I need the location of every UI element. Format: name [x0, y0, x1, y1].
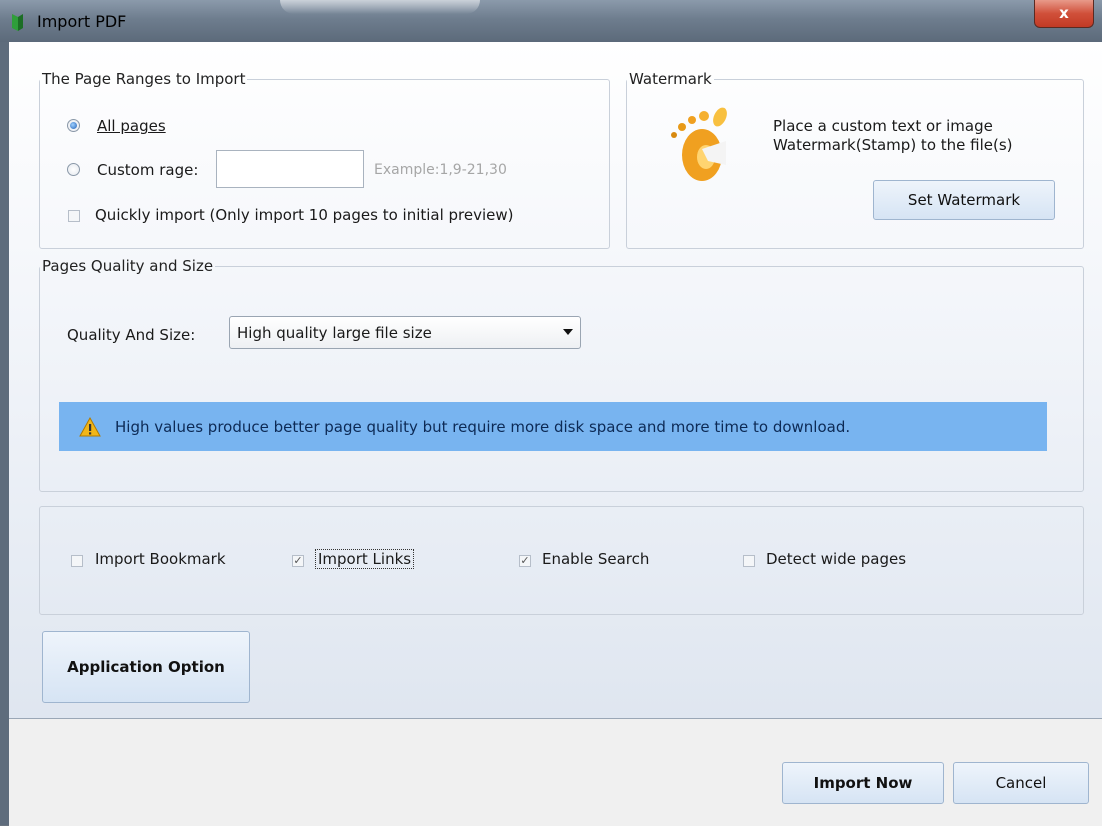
quick-import-checkbox[interactable] [68, 210, 80, 222]
all-pages-radio[interactable] [67, 119, 80, 132]
page-ranges-legend: The Page Ranges to Import [42, 70, 246, 88]
enable-search-checkbox[interactable]: ✓ [519, 555, 531, 567]
close-button[interactable]: x [1034, 0, 1094, 28]
chevron-down-icon [563, 329, 573, 335]
quality-size-legend: Pages Quality and Size [42, 257, 214, 275]
quality-size-select[interactable]: High quality large file size [229, 316, 581, 349]
custom-range-radio[interactable] [67, 163, 80, 176]
import-links-checkbox[interactable]: ✓ [292, 555, 304, 567]
quick-import-label[interactable]: Quickly import (Only import 10 pages to … [95, 206, 514, 224]
watermark-legend: Watermark [629, 70, 712, 88]
quality-info-bar: High values produce better page quality … [59, 402, 1047, 451]
quality-size-group: Pages Quality and Size [39, 257, 1084, 492]
import-pdf-dialog: Import PDF x The Page Ranges to Import A… [0, 0, 1102, 826]
quality-info-text: High values produce better page quality … [115, 418, 851, 436]
warning-icon [79, 417, 101, 437]
import-now-button[interactable]: Import Now [782, 762, 944, 804]
app-icon [12, 14, 23, 31]
set-watermark-button[interactable]: Set Watermark [873, 180, 1055, 220]
all-pages-label[interactable]: All pages [97, 117, 166, 135]
enable-search-label[interactable]: Enable Search [542, 550, 649, 568]
title-bar: Import PDF x [0, 0, 1102, 42]
application-option-button[interactable]: Application Option [42, 631, 250, 703]
quality-size-label: Quality And Size: [67, 326, 196, 344]
import-bookmark-label[interactable]: Import Bookmark [95, 550, 226, 568]
detect-wide-pages-label[interactable]: Detect wide pages [766, 550, 906, 568]
import-links-label[interactable]: Import Links [315, 549, 415, 569]
custom-range-label[interactable]: Custom rage: [97, 161, 198, 179]
title-bar-glow [280, 0, 480, 14]
custom-range-input[interactable] [216, 150, 364, 188]
detect-wide-pages-checkbox[interactable] [743, 555, 755, 567]
window-title: Import PDF [37, 12, 127, 31]
custom-range-example: Example:1,9-21,30 [374, 162, 507, 178]
gimp-icon [671, 107, 727, 181]
watermark-description-line1: Place a custom text or image [773, 117, 993, 135]
import-bookmark-checkbox[interactable] [71, 555, 83, 567]
cancel-button[interactable]: Cancel [953, 762, 1089, 804]
window-left-border [0, 42, 9, 825]
watermark-description-line2: Watermark(Stamp) to the file(s) [773, 136, 1013, 154]
quality-size-selected: High quality large file size [237, 324, 432, 342]
